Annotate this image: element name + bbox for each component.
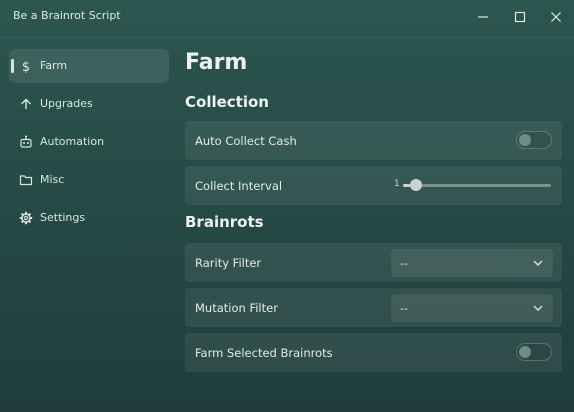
farm-selected-brainrots-row: Farm Selected Brainrots xyxy=(185,333,562,372)
collect-interval-value: 1 xyxy=(394,179,400,189)
sidebar-item-label: Farm xyxy=(40,59,68,72)
rarity-filter-row: Rarity Filter -- xyxy=(185,243,562,282)
active-indicator xyxy=(11,59,14,73)
chevron-down-icon xyxy=(533,305,543,311)
sidebar-item-farm[interactable]: $ Farm xyxy=(9,49,169,83)
sidebar: $ Farm Upgrades Automation Misc Settings xyxy=(9,49,169,239)
minimize-button[interactable] xyxy=(474,8,492,26)
mutation-filter-row: Mutation Filter -- xyxy=(185,288,562,327)
maximize-icon xyxy=(514,11,526,23)
rarity-filter-dropdown[interactable]: -- xyxy=(391,249,553,277)
auto-collect-cash-row: Auto Collect Cash xyxy=(185,121,562,160)
mutation-filter-label: Mutation Filter xyxy=(195,301,278,315)
title-divider xyxy=(0,37,574,38)
sidebar-item-label: Automation xyxy=(40,135,105,148)
auto-collect-cash-toggle[interactable] xyxy=(516,131,552,149)
toggle-knob xyxy=(519,346,531,358)
sidebar-item-upgrades[interactable]: Upgrades xyxy=(9,87,169,121)
sidebar-item-label: Upgrades xyxy=(40,97,93,110)
collect-interval-slider[interactable] xyxy=(403,184,551,187)
title-bar: Be a Brainrot Script xyxy=(0,0,574,34)
robot-icon xyxy=(18,134,34,150)
slider-fill xyxy=(403,184,411,187)
svg-text:$: $ xyxy=(22,60,30,73)
arrow-up-icon xyxy=(18,96,34,112)
section-title-brainrots: Brainrots xyxy=(185,213,264,231)
toggle-knob xyxy=(519,134,531,146)
collect-interval-row: Collect Interval 1 xyxy=(185,166,562,205)
mutation-filter-value: -- xyxy=(400,302,408,315)
slider-thumb[interactable] xyxy=(410,179,423,191)
maximize-button[interactable] xyxy=(511,8,529,26)
folder-icon xyxy=(18,172,34,188)
window-title: Be a Brainrot Script xyxy=(13,9,121,22)
close-icon xyxy=(551,12,561,22)
gear-icon xyxy=(18,210,34,226)
sidebar-item-label: Settings xyxy=(40,211,86,224)
sidebar-item-label: Misc xyxy=(40,173,65,186)
collect-interval-label: Collect Interval xyxy=(195,179,283,193)
auto-collect-cash-label: Auto Collect Cash xyxy=(195,134,297,148)
dollar-icon: $ xyxy=(18,58,34,74)
mutation-filter-dropdown[interactable]: -- xyxy=(391,294,553,322)
farm-selected-brainrots-label: Farm Selected Brainrots xyxy=(195,346,333,360)
close-button[interactable] xyxy=(547,8,565,26)
rarity-filter-label: Rarity Filter xyxy=(195,256,262,270)
app-window: Be a Brainrot Script $ Farm Upgrades Aut… xyxy=(0,0,574,412)
sidebar-item-automation[interactable]: Automation xyxy=(9,125,169,159)
section-title-collection: Collection xyxy=(185,93,269,111)
sidebar-item-settings[interactable]: Settings xyxy=(9,201,169,235)
rarity-filter-value: -- xyxy=(400,257,408,270)
sidebar-item-misc[interactable]: Misc xyxy=(9,163,169,197)
chevron-down-icon xyxy=(533,260,543,266)
farm-selected-brainrots-toggle[interactable] xyxy=(516,343,552,361)
minimize-icon xyxy=(478,16,488,18)
page-title: Farm xyxy=(185,50,248,75)
